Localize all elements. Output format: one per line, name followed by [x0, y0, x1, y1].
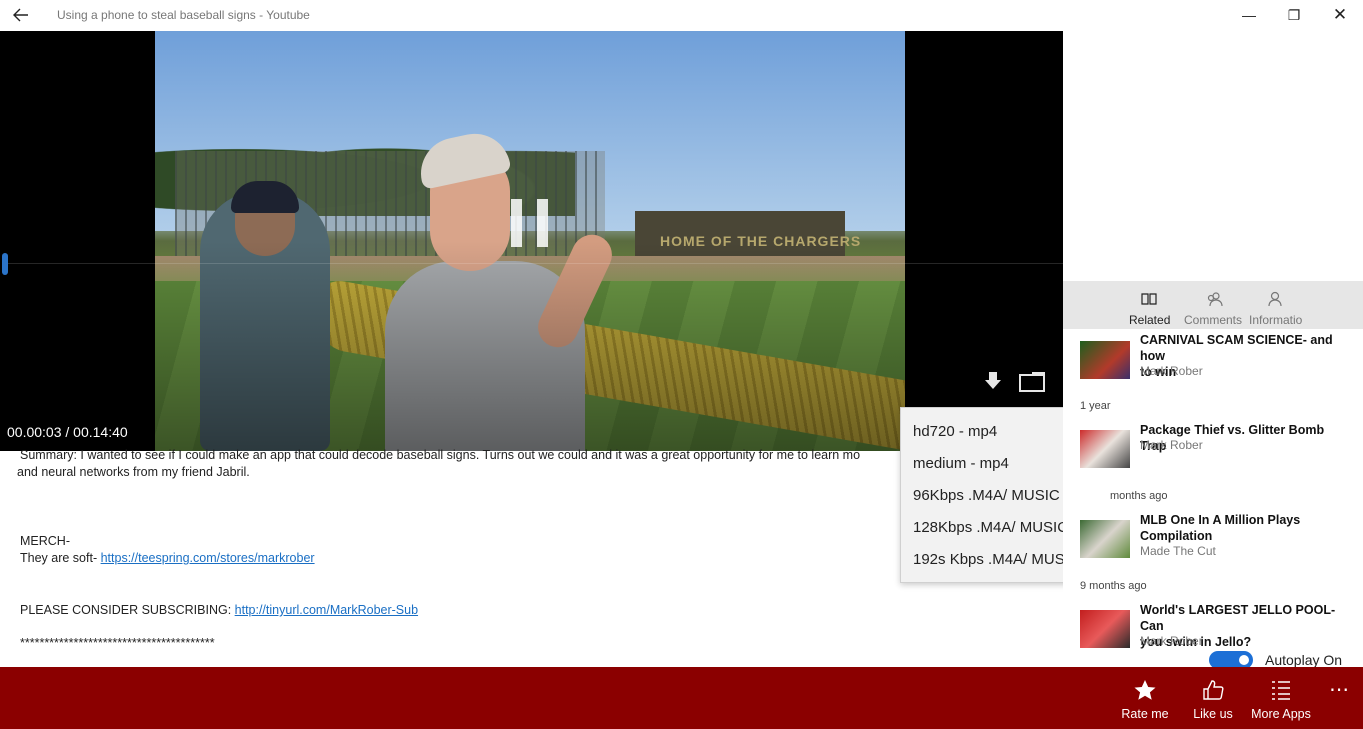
- side-panel-top: [1063, 31, 1363, 281]
- more-apps-button[interactable]: More Apps: [1248, 667, 1314, 729]
- like-us-label: Like us: [1193, 707, 1233, 721]
- time-current: 00.00:03: [7, 424, 62, 440]
- star-icon: [1134, 680, 1156, 700]
- format-96kbps-m4a[interactable]: 96Kbps .M4A/ MUSIC: [913, 487, 1060, 504]
- cast-icon[interactable]: [1018, 370, 1048, 394]
- video-thumbnail[interactable]: [1080, 430, 1130, 468]
- format-hd720-mp4[interactable]: hd720 - mp4: [913, 423, 997, 440]
- format-medium-mp4[interactable]: medium - mp4: [913, 455, 1009, 472]
- description-line-1: Summary: I wanted to see if I could make…: [20, 448, 861, 462]
- overflow-menu-button[interactable]: ⋯: [1325, 675, 1353, 705]
- video-thumbnail[interactable]: [1080, 610, 1130, 648]
- related-channel: Mark Rober: [1140, 364, 1203, 378]
- maximize-button[interactable]: ❐: [1271, 4, 1317, 26]
- rate-me-label: Rate me: [1121, 707, 1169, 721]
- subscribe-text: PLEASE CONSIDER SUBSCRIBING:: [20, 603, 235, 617]
- description-line-2: and neural networks from my friend Jabri…: [17, 465, 250, 479]
- merch-heading: MERCH-: [20, 534, 70, 548]
- person-icon: [1268, 291, 1282, 307]
- related-channel: Mark Rober: [1140, 438, 1203, 452]
- rate-me-button[interactable]: Rate me: [1116, 667, 1174, 729]
- download-icon[interactable]: [983, 370, 1003, 392]
- video-thumbnail[interactable]: [1080, 520, 1130, 558]
- video-player[interactable]: HOME OF THE CHARGERS 00.00:03 / 00.14:40: [0, 31, 1063, 451]
- related-channel: Mark Rober: [1140, 634, 1203, 648]
- related-list: CARNIVAL SCAM SCIENCE- and how to win Mar…: [1063, 329, 1363, 667]
- people-icon: [1207, 292, 1223, 307]
- subscribe-line: PLEASE CONSIDER SUBSCRIBING: http://tiny…: [20, 603, 418, 617]
- seek-bar[interactable]: [8, 263, 1063, 264]
- tab-information-label: Informatio: [1249, 313, 1303, 327]
- related-age: 9 months ago: [1080, 580, 1147, 592]
- time-separator: /: [61, 424, 74, 440]
- merch-line: They are soft- https://teespring.com/sto…: [20, 551, 315, 565]
- side-tabs: Related Comments Informatio: [1063, 281, 1363, 329]
- more-apps-label: More Apps: [1251, 707, 1311, 721]
- back-arrow-icon: [13, 8, 28, 22]
- playback-time: 00.00:03 / 00.14:40: [7, 424, 128, 440]
- merch-link[interactable]: https://teespring.com/stores/markrober: [101, 551, 315, 565]
- related-channel: Made The Cut: [1140, 544, 1216, 558]
- merch-text: They are soft-: [20, 551, 101, 565]
- title-bar: Using a phone to steal baseball signs - …: [0, 0, 1363, 31]
- book-icon: [1141, 293, 1157, 305]
- related-age: months ago: [1110, 490, 1168, 502]
- pause-icon[interactable]: [511, 199, 549, 247]
- tab-information[interactable]: Informatio: [1248, 281, 1318, 329]
- tab-related-label: Related: [1129, 313, 1171, 327]
- thumbs-up-icon: [1203, 680, 1224, 700]
- format-192kbps-m4a[interactable]: 192s Kbps .M4A/ MUSIC: [913, 551, 1080, 568]
- format-128kbps-m4a[interactable]: 128Kbps .M4A/ MUSIC: [913, 519, 1068, 536]
- window-title: Using a phone to steal baseball signs - …: [57, 8, 310, 22]
- tab-comments[interactable]: Comments: [1183, 281, 1245, 329]
- subscribe-link[interactable]: http://tinyurl.com/MarkRober-Sub: [235, 603, 418, 617]
- download-format-menu: hd720 - mp4 medium - mp4 96Kbps .M4A/ MU…: [900, 407, 1086, 583]
- tab-comments-label: Comments: [1184, 313, 1243, 327]
- autoplay-label: Autoplay On: [1265, 652, 1343, 667]
- seek-handle[interactable]: [2, 253, 8, 275]
- list-icon: [1272, 681, 1290, 700]
- autoplay-toggle[interactable]: [1209, 651, 1253, 667]
- bottom-app-bar: Rate me Like us More Apps: [0, 667, 1363, 729]
- back-button[interactable]: [8, 4, 34, 26]
- minimize-button[interactable]: —: [1226, 4, 1272, 26]
- like-us-button[interactable]: Like us: [1186, 667, 1240, 729]
- tab-related[interactable]: Related: [1125, 281, 1173, 329]
- time-total: 00.14:40: [73, 424, 128, 440]
- close-button[interactable]: ✕: [1317, 4, 1363, 26]
- related-age: 1 year: [1080, 400, 1111, 412]
- separator-line: ****************************************: [20, 636, 215, 650]
- video-thumbnail[interactable]: [1080, 341, 1130, 379]
- related-title[interactable]: MLB One In A Million Plays Compilation: [1140, 512, 1350, 544]
